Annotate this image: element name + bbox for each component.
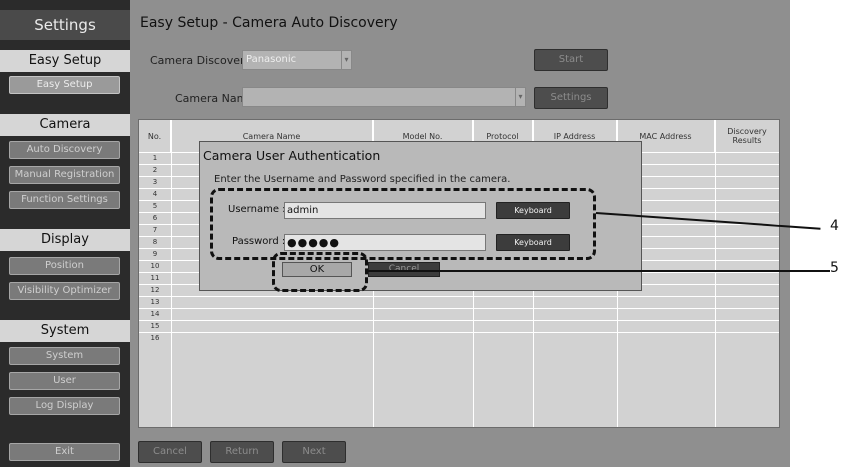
row-number: 15: [150, 322, 160, 330]
sidebar-title: Settings: [0, 10, 130, 40]
sidebar-item-user[interactable]: User: [9, 372, 120, 390]
dialog-instruction: Enter the Username and Password specifie…: [214, 174, 511, 185]
sidebar-item-function-settings[interactable]: Function Settings: [9, 191, 120, 209]
table-row[interactable]: 13: [139, 296, 779, 308]
row-number: 2: [152, 166, 158, 174]
cancel-button[interactable]: Cancel: [138, 441, 202, 463]
chevron-down-icon: ▾: [515, 88, 525, 106]
sidebar: Settings Easy Setup Easy Setup Camera Au…: [0, 0, 130, 467]
chevron-down-icon: ▾: [341, 51, 351, 69]
camera-discovery-select[interactable]: Panasonic ▾: [242, 50, 352, 70]
page-title: Easy Setup - Camera Auto Discovery: [140, 15, 398, 31]
dialog-title: Camera User Authentication: [203, 148, 381, 163]
row-number: 1: [152, 154, 158, 162]
sidebar-item-manual-registration[interactable]: Manual Registration: [9, 166, 120, 184]
exit-button[interactable]: Exit: [9, 443, 120, 461]
row-number: 3: [152, 178, 158, 186]
column-header: No.: [139, 120, 171, 152]
row-number: 9: [152, 250, 158, 258]
row-number: 16: [150, 334, 160, 342]
row-number: 12: [150, 286, 160, 294]
table-row[interactable]: 14: [139, 308, 779, 320]
row-number: 7: [152, 226, 158, 234]
table-row[interactable]: 15: [139, 320, 779, 332]
section-display: Display: [0, 229, 130, 251]
row-number: 13: [150, 298, 160, 306]
callout-number: 5: [830, 260, 839, 276]
start-button[interactable]: Start: [534, 49, 608, 71]
ok-callout: [272, 252, 368, 292]
row-number: 4: [152, 190, 158, 198]
return-button[interactable]: Return: [210, 441, 274, 463]
section-easy-setup: Easy Setup: [0, 50, 130, 72]
section-system: System: [0, 320, 130, 342]
next-button[interactable]: Next: [282, 441, 346, 463]
row-number: 14: [150, 310, 160, 318]
sidebar-item-easy-setup[interactable]: Easy Setup: [9, 76, 120, 94]
section-camera: Camera: [0, 114, 130, 136]
callout-number: 4: [830, 218, 839, 234]
sidebar-item-visibility-optimizer[interactable]: Visibility Optimizer: [9, 282, 120, 300]
table-row[interactable]: 16: [139, 332, 779, 344]
sidebar-item-position[interactable]: Position: [9, 257, 120, 275]
camera-discovery-label: Camera Discovery: [150, 54, 252, 67]
column-header: Discovery Results: [727, 127, 767, 145]
fields-callout: [210, 188, 596, 260]
row-number: 5: [152, 202, 158, 210]
sidebar-item-system[interactable]: System: [9, 347, 120, 365]
row-number: 11: [150, 274, 160, 282]
camera-name-select[interactable]: ▾: [242, 87, 526, 107]
callout-line: [368, 270, 830, 272]
camera-discovery-value: Panasonic: [246, 54, 297, 65]
row-number: 8: [152, 238, 158, 246]
row-number: 6: [152, 214, 158, 222]
sidebar-item-log-display[interactable]: Log Display: [9, 397, 120, 415]
settings-button[interactable]: Settings: [534, 87, 608, 109]
row-number: 10: [150, 262, 160, 270]
sidebar-item-auto-discovery[interactable]: Auto Discovery: [9, 141, 120, 159]
